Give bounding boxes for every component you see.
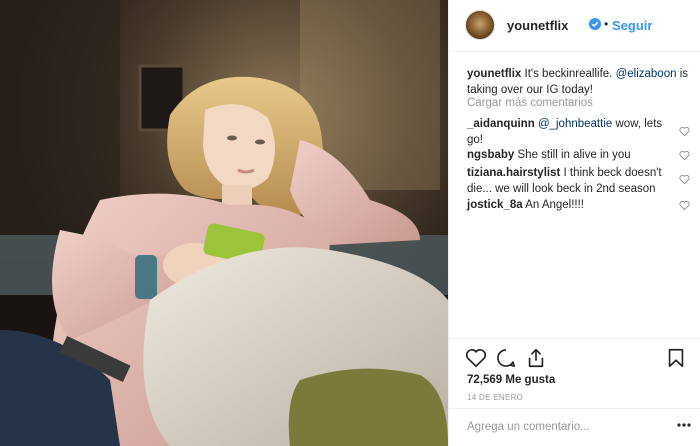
caption-text-a: It's beckinreallife. <box>524 68 613 80</box>
comment-like-heart-icon[interactable] <box>679 126 690 137</box>
comment-text: An Angel!!!! <box>525 199 585 211</box>
comment-like-heart-icon[interactable] <box>679 150 690 161</box>
caption-mention[interactable]: @elizaboon <box>616 68 677 80</box>
comment-username[interactable]: tiziana.hairstylist <box>467 167 560 179</box>
comment-username[interactable]: _aidanquinn <box>467 118 535 130</box>
comment-item: jostick_8a An Angel!!!! <box>467 197 667 213</box>
post-header: younetflix • Seguir <box>449 0 700 52</box>
comment-icon[interactable] <box>495 347 517 369</box>
post-caption: younetflix It's beckinreallife. @elizabo… <box>467 66 689 98</box>
header-username[interactable]: younetflix <box>507 18 568 33</box>
comment-text: She still in alive in you <box>517 149 631 161</box>
post-side-panel: younetflix • Seguir younetflix It's beck… <box>448 0 700 446</box>
post-date: 14 DE ENERO <box>467 393 524 402</box>
add-comment-bar <box>449 408 700 446</box>
post-actions-bar <box>449 338 700 374</box>
bookmark-icon[interactable] <box>665 347 687 369</box>
more-options-icon[interactable] <box>677 423 691 427</box>
comment-like-heart-icon[interactable] <box>679 200 690 211</box>
caption-username[interactable]: younetflix <box>467 68 521 80</box>
likes-count[interactable]: 72,569 Me gusta <box>467 374 555 386</box>
separator-dot: • <box>604 17 609 31</box>
avatar[interactable] <box>465 10 495 40</box>
comment-item: tiziana.hairstylist I think beck doesn't… <box>467 165 667 197</box>
comment-mention[interactable]: @_johnbeattie <box>538 118 612 130</box>
comment-item: _aidanquinn @_johnbeattie wow, lets go! <box>467 116 667 148</box>
comment-like-heart-icon[interactable] <box>679 174 690 185</box>
share-icon[interactable] <box>525 347 547 369</box>
comment-item: ngsbaby She still in alive in you <box>467 147 667 163</box>
follow-button[interactable]: Seguir <box>612 18 652 33</box>
post-photo[interactable] <box>0 0 448 446</box>
comment-username[interactable]: jostick_8a <box>467 199 523 211</box>
load-more-comments-link[interactable]: Cargar más comentarios <box>467 97 593 109</box>
comment-username[interactable]: ngsbaby <box>467 149 514 161</box>
instagram-post: younetflix • Seguir younetflix It's beck… <box>0 0 700 446</box>
comment-input[interactable] <box>467 417 667 437</box>
heart-icon[interactable] <box>465 347 487 369</box>
post-image <box>0 0 448 446</box>
verified-badge-icon <box>589 18 601 30</box>
